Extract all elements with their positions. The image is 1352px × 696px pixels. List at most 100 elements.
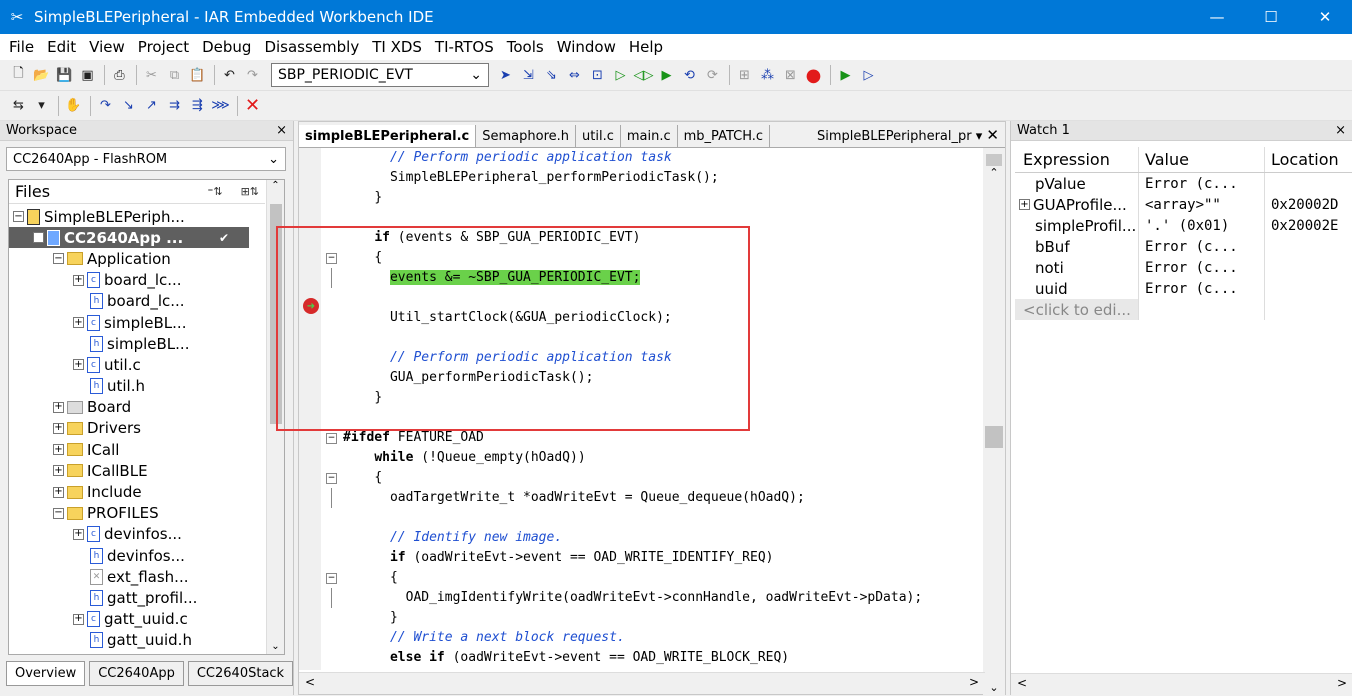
navigate-back-icon[interactable]: ⟲ [679,64,700,86]
next-statement-icon[interactable]: ⇉ [164,95,185,117]
save-all-icon[interactable]: ▣ [77,64,98,86]
editor-tab[interactable]: main.c [621,125,678,147]
previous-bookmark-icon[interactable]: ▶ [656,64,677,86]
undo-icon[interactable]: ↶ [219,64,240,86]
copy-icon[interactable]: ⧉ [164,64,185,86]
debug-without-download-icon[interactable]: ▷ [858,64,879,86]
run-to-cursor-icon[interactable]: ⇶ [187,95,208,117]
editor-tab[interactable]: util.c [576,125,621,147]
collapse-icon[interactable]: − [53,253,64,265]
toggle-bookmark-icon[interactable]: ▷ [610,64,631,86]
code-line[interactable] [343,208,981,228]
workspace-tab-cc2640app[interactable]: CC2640App [89,661,184,686]
stop-debugging-icon[interactable]: ✕ [242,95,263,117]
function-dropdown[interactable]: SimpleBLEPeripheral_pr [817,129,972,144]
tree-node[interactable]: − Application [9,248,284,269]
expression-column-header[interactable]: Expression [1015,147,1139,172]
cut-icon[interactable]: ✂ [141,64,162,86]
tree-node[interactable]: + Board [9,397,284,418]
tree-node[interactable]: + c simpleBL... [9,312,284,333]
tree-node[interactable]: h devinfos... [9,545,284,566]
close-window-button[interactable]: ✕ [1298,0,1352,34]
code-line[interactable]: } [343,608,981,628]
chevron-down-icon[interactable]: ▾ [976,129,987,144]
menu-ti-rtos[interactable]: TI-RTOS [430,38,502,56]
code-line[interactable]: // Perform periodic application task [343,148,981,168]
watch-row[interactable]: pValue Error (c... [1015,173,1352,194]
tree-node[interactable]: − PROFILES [9,503,284,524]
fold-toggle-icon[interactable]: − [326,573,337,584]
tree-node[interactable]: + ICallBLE [9,460,284,481]
editor-tab[interactable]: mb_PATCH.c [678,125,771,147]
code-line[interactable]: } [343,188,981,208]
menu-file[interactable]: File [4,38,42,56]
menu-tools[interactable]: Tools [502,38,552,56]
expand-icon[interactable]: + [73,317,84,329]
step-into-icon[interactable]: ↘ [118,95,139,117]
menu-help[interactable]: Help [624,38,671,56]
expand-icon[interactable]: + [73,274,84,286]
expand-icon[interactable]: + [53,444,64,456]
paste-icon[interactable]: 📋 [187,64,208,86]
code-line[interactable]: // Identify new image. [343,528,981,548]
expand-icon[interactable]: + [53,422,64,434]
add-expression-placeholder[interactable]: <click to edi... [1015,299,1139,320]
watch-row[interactable]: noti Error (c... [1015,257,1352,278]
maximize-button[interactable]: ☐ [1244,0,1298,34]
watch-row[interactable]: simpleProfil... '.' (0x01) 0x20002E [1015,215,1352,236]
tree-node[interactable]: − CC2640App ... ✔ [9,227,249,249]
editor-tab[interactable]: Semaphore.h [476,125,577,147]
stop-build-icon[interactable]: ⊠ [780,64,801,86]
code-line[interactable]: if (oadWriteEvt->event == OAD_WRITE_IDEN… [343,548,981,568]
target-icon[interactable]: ⊞⇅ [241,185,259,198]
expand-icon[interactable]: + [73,528,84,540]
collapse-icon[interactable]: − [53,507,64,519]
value-column-header[interactable]: Value [1139,147,1265,172]
tree-node[interactable]: h gatt_uuid.h [9,630,284,651]
reset-icon[interactable]: ⇆ [8,95,29,117]
save-icon[interactable]: 💾 [54,64,75,86]
expand-icon[interactable]: + [53,401,64,413]
navigate-icon[interactable]: ➤ [495,64,516,86]
workspace-tab-overview[interactable]: Overview [6,661,86,686]
close-icon[interactable]: × [1335,123,1346,138]
tree-node[interactable]: h util.h [9,376,284,397]
reset-dropdown-icon[interactable]: ▾ [31,95,52,117]
go-icon[interactable]: ⋙ [210,95,231,117]
break-icon[interactable]: ✋ [63,95,84,117]
code-line[interactable]: #ifdef FEATURE_OAD [343,428,981,448]
watch-row[interactable]: + GUAProfile... <array>"" 0x20002D [1015,194,1352,215]
navigate-forward-icon[interactable]: ⟳ [702,64,723,86]
workspace-tab-cc2640stack[interactable]: CC2640Stack [187,661,294,686]
print-icon[interactable]: ⎙ [109,64,130,86]
next-bookmark-icon[interactable]: ◁▷ [633,64,654,86]
code-line[interactable]: // Write a next block request. [343,628,981,648]
compile-icon[interactable]: ⊞ [734,64,755,86]
step-over-icon[interactable]: ↷ [95,95,116,117]
editor-vertical-scrollbar[interactable]: ⌃ ⌄ [983,148,1005,696]
expand-icon[interactable]: + [73,359,84,371]
tree-node[interactable]: + Drivers [9,418,284,439]
configuration-combo[interactable]: CC2640App - FlashROM ⌄ [6,147,286,171]
tree-node[interactable]: + Include [9,481,284,502]
make-icon[interactable]: ⁂ [757,64,778,86]
code-line[interactable]: else if (oadWriteEvt->event == OAD_WRITE… [343,648,981,668]
watch-row[interactable]: uuid Error (c... [1015,278,1352,299]
code-line[interactable]: while (!Queue_empty(hOadQ)) [343,448,981,468]
watch-horizontal-scrollbar[interactable]: < > [1011,673,1352,695]
open-file-icon[interactable]: 📂 [31,64,52,86]
code-line[interactable]: { [343,468,981,488]
redo-icon[interactable]: ↷ [242,64,263,86]
watch-row[interactable]: bBuf Error (c... [1015,236,1352,257]
tree-node[interactable]: + c devinfos... [9,524,284,545]
goto-icon[interactable]: ⊡ [587,64,608,86]
menu-view[interactable]: View [84,38,133,56]
expand-icon[interactable]: + [53,486,64,498]
menu-window[interactable]: Window [552,38,624,56]
menu-edit[interactable]: Edit [42,38,84,56]
tree-node[interactable]: h simpleBL... [9,333,284,354]
toggle-breakpoint-icon[interactable]: ● [803,64,824,86]
close-icon[interactable]: ✕ [986,126,999,144]
options-icon[interactable]: ⁼⇅ [208,185,223,198]
tree-node[interactable]: + ICall [9,439,284,460]
